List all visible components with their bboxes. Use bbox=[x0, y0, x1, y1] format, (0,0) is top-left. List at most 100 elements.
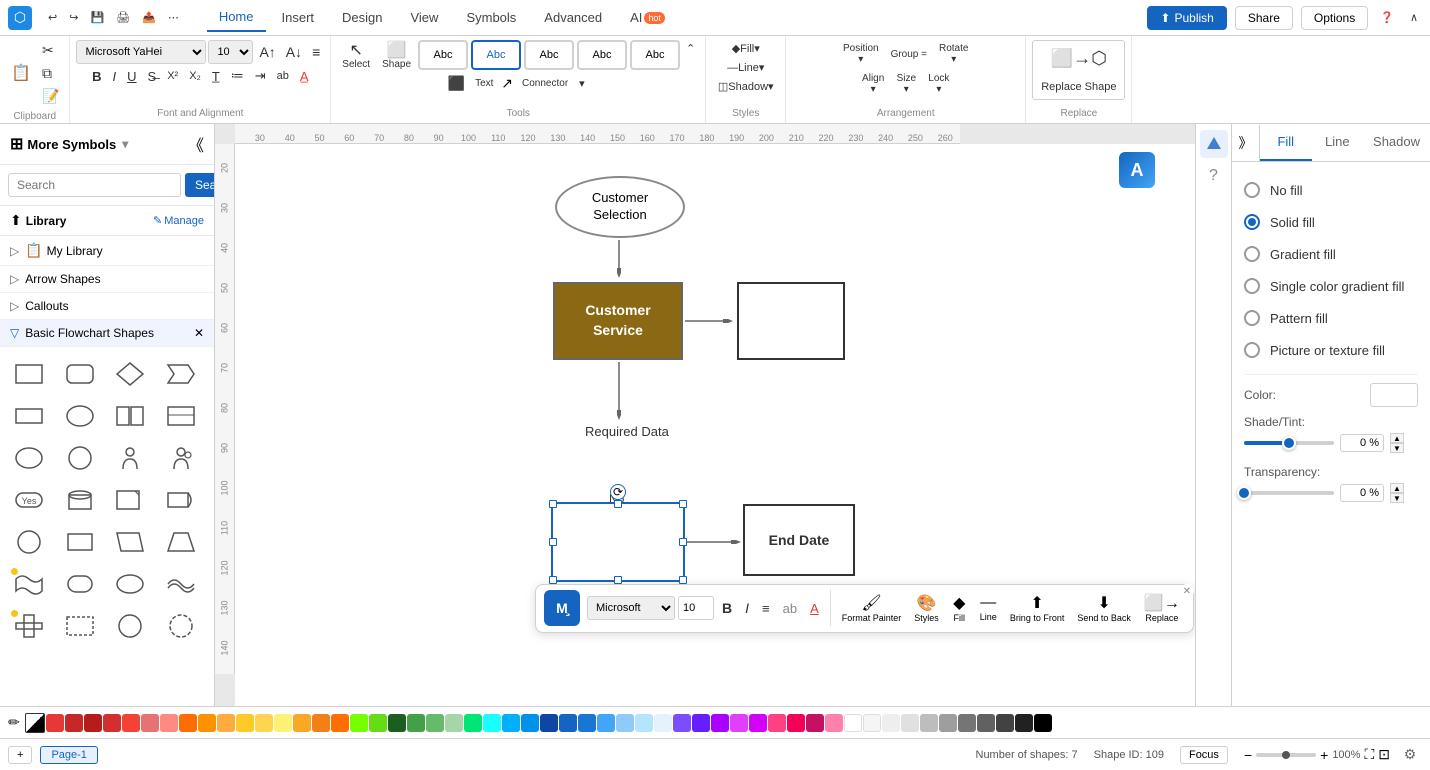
handle-mr[interactable] bbox=[679, 538, 687, 546]
nav-tab-insert[interactable]: Insert bbox=[270, 4, 327, 31]
color-gray1[interactable] bbox=[863, 714, 881, 732]
paste-button[interactable]: 📋 bbox=[6, 63, 36, 85]
shade-up[interactable]: ▲ bbox=[1390, 433, 1404, 443]
color-blue9[interactable] bbox=[654, 714, 672, 732]
format-paste-button[interactable]: 📝 bbox=[38, 86, 63, 107]
color-purple3[interactable] bbox=[711, 714, 729, 732]
rp-tab-fill[interactable]: Fill bbox=[1260, 124, 1312, 161]
search-input[interactable] bbox=[8, 173, 181, 197]
color-yellow3[interactable] bbox=[274, 714, 292, 732]
fill-option-single-gradient[interactable]: Single color gradient fill bbox=[1244, 270, 1418, 302]
handle-br[interactable] bbox=[679, 576, 687, 584]
settings-bottom-button[interactable]: ⚙ bbox=[1398, 743, 1422, 767]
handle-tr[interactable] bbox=[679, 500, 687, 508]
add-page-button[interactable]: + bbox=[8, 746, 32, 764]
color-blue2[interactable] bbox=[521, 714, 539, 732]
color-orange1[interactable] bbox=[179, 714, 197, 732]
font-decrease-button[interactable]: A↓ bbox=[282, 42, 306, 62]
color-blue6[interactable] bbox=[597, 714, 615, 732]
shape-ellipse-item[interactable] bbox=[8, 439, 50, 477]
customer-service-shape[interactable]: Customer Service bbox=[553, 282, 683, 360]
handle-tm[interactable] bbox=[614, 500, 622, 508]
add-library-icon[interactable]: + bbox=[183, 244, 190, 258]
color-blue4[interactable] bbox=[559, 714, 577, 732]
color-gray8[interactable] bbox=[996, 714, 1014, 732]
color-green4[interactable] bbox=[407, 714, 425, 732]
shape-bracket-item[interactable] bbox=[160, 397, 202, 435]
color-orange2[interactable] bbox=[198, 714, 216, 732]
color-gray6[interactable] bbox=[958, 714, 976, 732]
align-button[interactable]: ≡ bbox=[308, 42, 324, 62]
focus-button[interactable]: Focus bbox=[1180, 746, 1228, 764]
shape-button[interactable]: ⬜ Shape bbox=[377, 40, 416, 73]
options-button[interactable]: Options bbox=[1301, 6, 1368, 30]
nav-tab-design[interactable]: Design bbox=[330, 4, 394, 31]
shape-parallelogram-item[interactable] bbox=[109, 523, 151, 561]
handle-tl[interactable] bbox=[549, 500, 557, 508]
color-yellow5[interactable] bbox=[312, 714, 330, 732]
shape-rounded-item[interactable] bbox=[59, 565, 101, 603]
shape-person2-item[interactable] bbox=[160, 439, 202, 477]
rp-tab-line[interactable]: Line bbox=[1312, 124, 1364, 161]
arrow-shapes-item[interactable]: ▷ Arrow Shapes ✕ bbox=[0, 266, 214, 293]
strikethrough-button[interactable]: S̶ bbox=[144, 67, 161, 86]
shape-rect2-item[interactable] bbox=[8, 397, 50, 435]
manage-button[interactable]: ✎ Manage bbox=[153, 214, 204, 227]
zoom-slider[interactable] bbox=[1256, 753, 1316, 757]
fill-button[interactable]: ◆ Fill ▾ bbox=[728, 40, 764, 57]
color-swatch[interactable] bbox=[1370, 383, 1418, 407]
shade-down[interactable]: ▼ bbox=[1390, 443, 1404, 453]
zoom-out-button[interactable]: − bbox=[1244, 747, 1252, 763]
color-red5[interactable] bbox=[122, 714, 140, 732]
color-yellow4[interactable] bbox=[293, 714, 311, 732]
color-gray2[interactable] bbox=[882, 714, 900, 732]
zoom-thumb[interactable] bbox=[1282, 751, 1290, 759]
color-green6[interactable] bbox=[445, 714, 463, 732]
ft-close-button[interactable]: ✕ bbox=[1180, 584, 1194, 598]
select-button[interactable]: ↖ Select bbox=[337, 40, 375, 73]
shape-circle3-item[interactable] bbox=[109, 607, 151, 645]
print-button[interactable]: 🖨 bbox=[112, 9, 134, 26]
rotate-handle[interactable]: ⟳ bbox=[610, 484, 626, 500]
empty-rect-shape[interactable] bbox=[737, 282, 845, 360]
ft-styles[interactable]: 🎨 Styles bbox=[909, 590, 944, 626]
shape-wavy-item[interactable] bbox=[8, 565, 50, 603]
color-gray9[interactable] bbox=[1015, 714, 1033, 732]
color-orange4[interactable] bbox=[331, 714, 349, 732]
fill-option-solid[interactable]: Solid fill bbox=[1244, 206, 1418, 238]
color-green1[interactable] bbox=[350, 714, 368, 732]
ft-size-input[interactable] bbox=[678, 596, 714, 620]
position-button[interactable]: Position▾ bbox=[838, 40, 884, 68]
shape-rect3-item[interactable] bbox=[59, 523, 101, 561]
nav-tab-ai[interactable]: AI hot bbox=[618, 4, 677, 31]
clear-format-button[interactable]: T̲ bbox=[208, 67, 224, 86]
styles-more-button[interactable]: ⌃ bbox=[682, 40, 699, 57]
list-button[interactable]: ≔ bbox=[227, 66, 248, 86]
share-button[interactable]: Share bbox=[1235, 6, 1293, 30]
ft-replace[interactable]: ⬜→ Replace bbox=[1139, 590, 1185, 626]
color-blue7[interactable] bbox=[616, 714, 634, 732]
color-red4[interactable] bbox=[103, 714, 121, 732]
shape-wavy2-item[interactable] bbox=[160, 565, 202, 603]
sidebar-collapse-button[interactable]: 《 bbox=[188, 132, 204, 156]
fill-option-gradient[interactable]: Gradient fill bbox=[1244, 238, 1418, 270]
ft-color-button[interactable]: A bbox=[805, 598, 824, 619]
customer-selection-shape[interactable]: Customer Selection bbox=[555, 176, 685, 238]
basic-flowchart-item[interactable]: ▽ Basic Flowchart Shapes ✕ bbox=[0, 320, 214, 347]
fill-option-picture[interactable]: Picture or texture fill bbox=[1244, 334, 1418, 366]
case-button[interactable]: ab bbox=[273, 68, 293, 84]
ft-more-button[interactable]: ab bbox=[778, 598, 802, 619]
save-button[interactable]: 💾 bbox=[86, 9, 108, 26]
color-green3[interactable] bbox=[388, 714, 406, 732]
close-callouts-icon[interactable]: ✕ bbox=[194, 299, 204, 313]
shape-oval2-item[interactable] bbox=[109, 565, 151, 603]
color-pink4[interactable] bbox=[787, 714, 805, 732]
handle-bm[interactable] bbox=[614, 576, 622, 584]
shape-note-item[interactable] bbox=[109, 481, 151, 519]
indent-button[interactable]: ⇥ bbox=[251, 66, 270, 86]
page-tab[interactable]: Page-1 bbox=[40, 746, 97, 764]
fit-button[interactable]: ⊡ bbox=[1378, 746, 1390, 763]
color-gray4[interactable] bbox=[920, 714, 938, 732]
rp-help-icon[interactable]: ? bbox=[1200, 162, 1228, 190]
fill-option-pattern[interactable]: Pattern fill bbox=[1244, 302, 1418, 334]
